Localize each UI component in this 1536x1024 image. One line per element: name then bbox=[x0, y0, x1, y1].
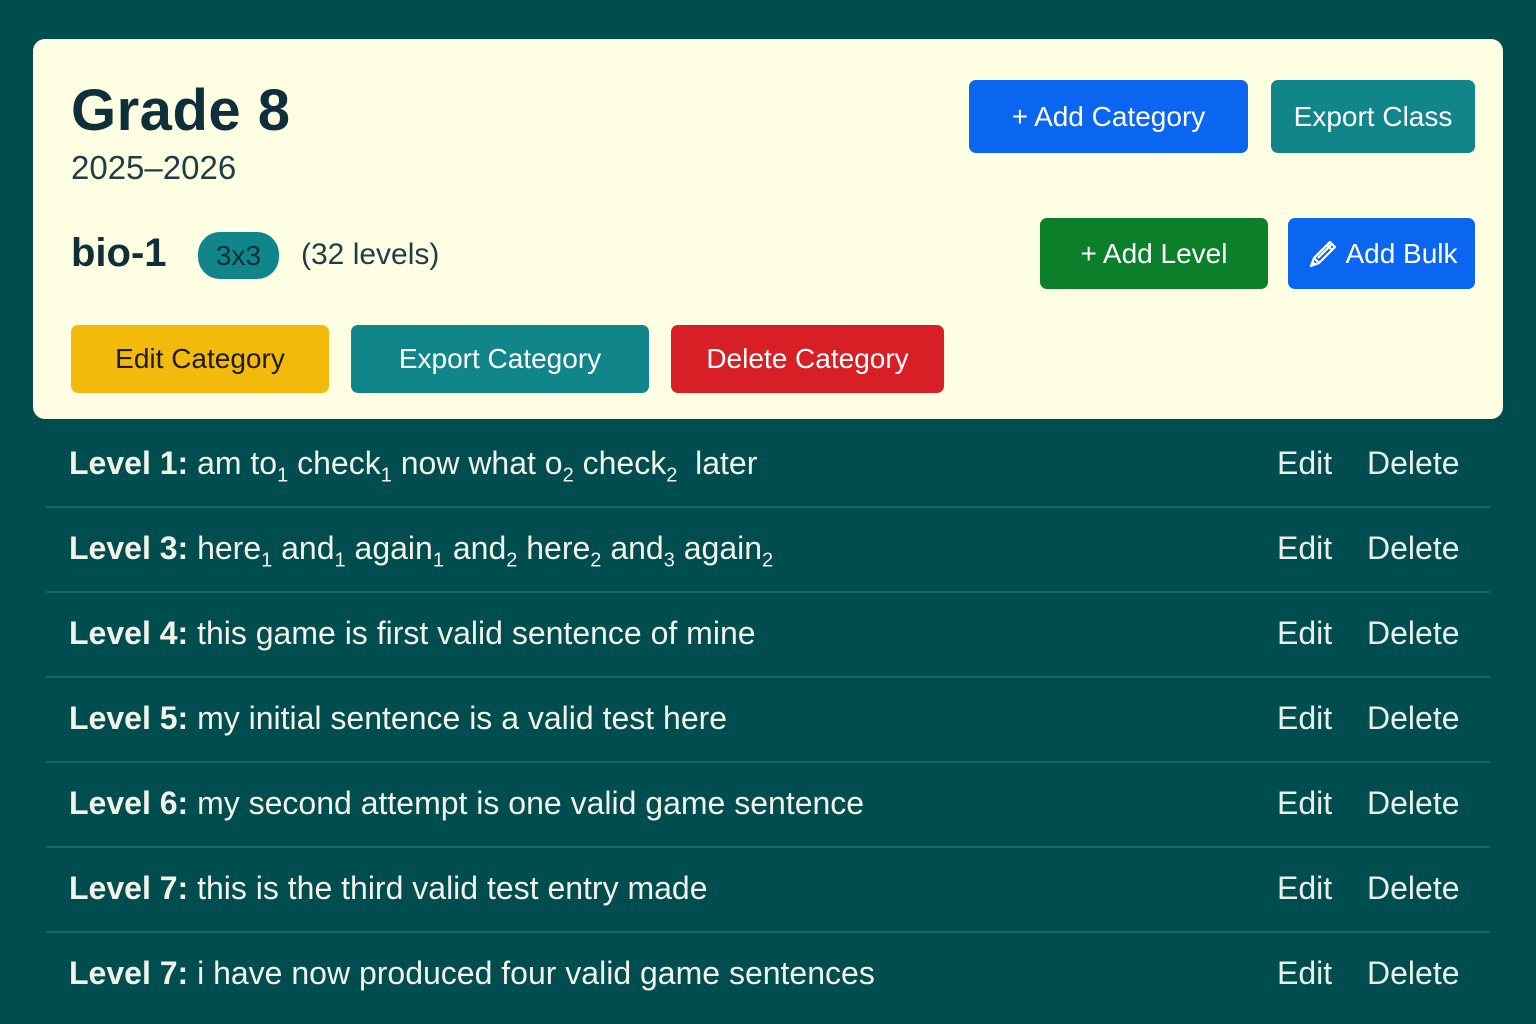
delete-category-label: Delete Category bbox=[706, 343, 909, 374]
word-index-subscript: 1 bbox=[432, 549, 444, 572]
sentence-text: i have now produced four valid game sent… bbox=[188, 955, 875, 991]
add-level-button[interactable]: + Add Level bbox=[1040, 218, 1268, 289]
edit-category-button[interactable]: Edit Category bbox=[71, 325, 329, 393]
sentence-text: and bbox=[443, 530, 507, 566]
word-index-subscript: 3 bbox=[663, 549, 675, 572]
sentence-text: and bbox=[601, 530, 664, 566]
word-index-subscript: 1 bbox=[380, 464, 392, 487]
level-label: Level 5: bbox=[69, 700, 189, 736]
plus-icon: + bbox=[1080, 237, 1097, 269]
edit-level-link[interactable]: Edit bbox=[1277, 955, 1332, 992]
level-label: Level 3: bbox=[69, 530, 189, 566]
level-list: Level 1: am to1 check1 now what o2 check… bbox=[46, 423, 1490, 1018]
add-level-label: Add Level bbox=[1102, 237, 1228, 269]
word-index-subscript: 2 bbox=[506, 549, 518, 572]
plus-icon: + bbox=[1011, 100, 1029, 132]
sentence-text: my initial sentence is a valid test here bbox=[188, 700, 728, 736]
delete-level-link[interactable]: Delete bbox=[1367, 955, 1460, 992]
delete-level-link[interactable]: Delete bbox=[1367, 785, 1460, 822]
sentence-text: here bbox=[517, 530, 591, 566]
sentence-text: check bbox=[573, 445, 667, 481]
edit-category-label: Edit Category bbox=[115, 343, 285, 374]
export-class-button[interactable]: Export Class bbox=[1271, 80, 1475, 153]
sentence-text: later bbox=[677, 445, 758, 481]
class-title: Grade 8 bbox=[71, 78, 291, 143]
sentence-text: this game is first valid sentence of min… bbox=[188, 615, 756, 651]
word-index-subscript: 2 bbox=[762, 549, 774, 572]
word-index-subscript: 2 bbox=[562, 464, 574, 487]
class-card: Grade 8 2025–2026 + Add Category Export … bbox=[33, 39, 1503, 419]
level-label: Level 1: bbox=[69, 445, 189, 481]
word-index-subscript: 2 bbox=[590, 549, 602, 572]
level-row: Level 3: here1 and1 again1 and2 here2 an… bbox=[46, 508, 1490, 593]
add-bulk-button[interactable]: Add Bulk bbox=[1288, 218, 1475, 289]
level-label: Level 4: bbox=[69, 615, 189, 651]
level-row: Level 1: am to1 check1 now what o2 check… bbox=[46, 423, 1490, 508]
sentence-text: now what o bbox=[391, 445, 563, 481]
level-sentence: Level 7: i have now produced four valid … bbox=[69, 955, 875, 992]
add-bulk-label: Add Bulk bbox=[1345, 237, 1458, 269]
level-label: Level 6: bbox=[69, 785, 189, 821]
level-label: Level 7: bbox=[69, 955, 189, 991]
delete-level-link[interactable]: Delete bbox=[1367, 700, 1460, 737]
level-row: Level 7: i have now produced four valid … bbox=[46, 933, 1490, 1018]
level-sentence: Level 1: am to1 check1 now what o2 check… bbox=[69, 445, 757, 487]
sentence-text: this is the third valid test entry made bbox=[188, 870, 708, 906]
category-level-count: (32 levels) bbox=[301, 238, 440, 271]
word-index-subscript: 1 bbox=[277, 464, 289, 487]
sentence-text: check bbox=[288, 445, 381, 481]
level-sentence: Level 4: this game is first valid senten… bbox=[69, 615, 756, 652]
delete-level-link[interactable]: Delete bbox=[1367, 445, 1460, 482]
delete-level-link[interactable]: Delete bbox=[1367, 615, 1460, 652]
level-sentence: Level 6: my second attempt is one valid … bbox=[69, 785, 864, 822]
delete-category-button[interactable]: Delete Category bbox=[671, 325, 944, 393]
edit-level-link[interactable]: Edit bbox=[1277, 530, 1332, 567]
edit-level-link[interactable]: Edit bbox=[1277, 615, 1332, 652]
edit-level-link[interactable]: Edit bbox=[1277, 700, 1332, 737]
level-sentence: Level 3: here1 and1 again1 and2 here2 an… bbox=[69, 530, 773, 572]
export-class-label: Export Class bbox=[1293, 100, 1453, 132]
delete-level-link[interactable]: Delete bbox=[1367, 530, 1460, 567]
edit-level-link[interactable]: Edit bbox=[1277, 445, 1332, 482]
level-sentence: Level 5: my initial sentence is a valid … bbox=[69, 700, 727, 737]
add-category-button[interactable]: + Add Category bbox=[969, 80, 1248, 153]
pencil-icon bbox=[1305, 236, 1341, 272]
sentence-text: am to bbox=[188, 445, 278, 481]
level-sentence: Level 7: this is the third valid test en… bbox=[69, 870, 708, 907]
word-index-subscript: 1 bbox=[334, 549, 346, 572]
category-grid-badge: 3x3 bbox=[198, 232, 279, 279]
level-row: Level 7: this is the third valid test en… bbox=[46, 848, 1490, 933]
delete-level-link[interactable]: Delete bbox=[1367, 870, 1460, 907]
add-category-label: Add Category bbox=[1034, 100, 1206, 132]
level-row: Level 6: my second attempt is one valid … bbox=[46, 763, 1490, 848]
edit-level-link[interactable]: Edit bbox=[1277, 870, 1332, 907]
sentence-text: again bbox=[674, 530, 763, 566]
sentence-text: and bbox=[272, 530, 335, 566]
level-label: Level 7: bbox=[69, 870, 189, 906]
class-year: 2025–2026 bbox=[71, 149, 237, 186]
export-category-label: Export Category bbox=[398, 343, 602, 374]
word-index-subscript: 2 bbox=[666, 464, 678, 487]
word-index-subscript: 1 bbox=[261, 549, 273, 572]
category-name: bio-1 bbox=[71, 231, 167, 275]
sentence-text: here bbox=[188, 530, 262, 566]
export-category-button[interactable]: Export Category bbox=[351, 325, 649, 393]
sentence-text: again bbox=[345, 530, 433, 566]
level-row: Level 5: my initial sentence is a valid … bbox=[46, 678, 1490, 763]
sentence-text: my second attempt is one valid game sent… bbox=[188, 785, 865, 821]
level-row: Level 4: this game is first valid senten… bbox=[46, 593, 1490, 678]
edit-level-link[interactable]: Edit bbox=[1277, 785, 1332, 822]
